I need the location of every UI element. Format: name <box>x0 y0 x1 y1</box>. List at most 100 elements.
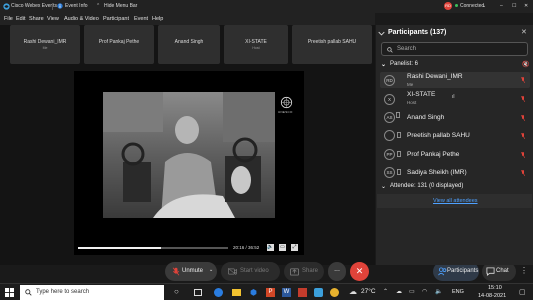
chevron-up-icon[interactable]: ⌃ <box>383 288 388 295</box>
menu-share[interactable]: Share <box>29 16 44 22</box>
participants-label: Participants <box>447 268 479 274</box>
clock-time[interactable]: 15:10 <box>488 285 502 291</box>
captions-icon[interactable]: ▭ <box>279 244 286 251</box>
thumbnail-role: Host <box>252 46 260 50</box>
leave-button[interactable]: ✕ <box>350 262 369 281</box>
video-thumbnail[interactable]: Prof Pankaj Pethe <box>84 25 154 64</box>
temperature: 27°C <box>361 288 376 295</box>
dropbox-icon[interactable]: ⬢ <box>250 288 257 297</box>
webex-logo-icon <box>3 3 10 10</box>
search-placeholder: Search <box>397 46 417 52</box>
more-icon[interactable]: ⋮ <box>520 266 528 275</box>
phone-icon <box>397 169 401 175</box>
language-indicator[interactable]: ENG <box>452 289 464 295</box>
edge-icon[interactable] <box>214 288 223 297</box>
maximize-button[interactable]: ☐ <box>512 3 516 9</box>
video-thumbnail[interactable]: Preetish pallab SAHU <box>292 25 372 64</box>
mic-muted-icon <box>521 96 525 102</box>
powerpoint-icon[interactable]: P <box>266 288 275 297</box>
notifications-icon[interactable]: ▢ <box>519 288 526 296</box>
battery-icon[interactable]: ▭ <box>409 288 415 295</box>
panelist-row[interactable]: RD Rashi Dewani_IMR Me <box>380 72 530 88</box>
red-app-icon[interactable] <box>298 288 307 297</box>
speaker-icon[interactable]: 🔈 <box>267 244 274 251</box>
chevron-down-icon[interactable]: ⌄ <box>482 3 486 9</box>
search-input[interactable]: Search <box>381 42 528 56</box>
thumbnail-name: Preetish pallab SAHU <box>307 39 357 45</box>
close-button[interactable]: ✕ <box>524 3 528 9</box>
more-options-button[interactable]: ... <box>328 262 346 281</box>
weather-icon[interactable]: ☁ <box>349 287 357 296</box>
mic-muted-icon <box>521 133 525 139</box>
divider <box>52 3 53 10</box>
event-info-button[interactable]: Event Info <box>65 3 88 9</box>
onedrive-icon[interactable]: ☁ <box>396 288 402 295</box>
chrome-icon[interactable] <box>330 288 339 297</box>
panelist-row[interactable]: AS Anand Singh <box>380 110 530 126</box>
view-all-attendees-link[interactable]: View all attendees <box>433 198 478 204</box>
video-progress-fill <box>78 247 161 249</box>
share-icon <box>290 268 299 276</box>
signal-icon: ıl <box>452 94 455 100</box>
menu-help[interactable]: Help <box>152 16 163 22</box>
chevron-down-icon[interactable]: ⌄ <box>381 183 386 190</box>
mic-muted-icon <box>521 170 525 176</box>
word-icon[interactable]: W <box>282 288 291 297</box>
video-thumbnail[interactable]: Rashi Dewani_IMR Me <box>10 25 80 64</box>
avatar: X <box>384 94 395 105</box>
volume-icon[interactable]: 🔈 <box>435 288 442 295</box>
participant-name: XI-STATE <box>407 91 436 98</box>
menu-file[interactable]: File <box>4 16 13 22</box>
chevron-down-icon[interactable]: ⌄ <box>381 61 386 68</box>
menu-edit[interactable]: Edit <box>16 16 25 22</box>
thumbnail-name: Anand Singh <box>174 39 204 45</box>
panelist-row[interactable]: PP Prof Pankaj Pethe <box>380 147 530 163</box>
taskbar-search-placeholder: Type here to search <box>36 289 90 295</box>
panel-title: Participants (137) <box>388 29 447 36</box>
windows-start-icon[interactable] <box>5 288 14 297</box>
participant-name: Anand Singh <box>407 114 445 121</box>
menu-event[interactable]: Event <box>134 16 148 22</box>
info-icon <box>57 3 63 9</box>
share-button[interactable]: Share <box>284 262 324 281</box>
windows-taskbar: Type here to search ○ ⬢ P W ☁ 27°C ⌃ ☁ ▭… <box>0 283 533 300</box>
avatar: SS <box>384 167 395 178</box>
thumbnail-role: Me <box>42 46 48 50</box>
clock-date[interactable]: 14-08-2021 <box>478 293 506 299</box>
participant-role: Host <box>407 100 417 105</box>
avatar: RD <box>384 75 395 86</box>
panelist-row[interactable]: X XI-STATE Host ıl <box>380 91 530 107</box>
participant-name: Rashi Dewani_IMR <box>407 73 463 80</box>
menu-participant[interactable]: Participant <box>103 16 129 22</box>
menu-view[interactable]: View <box>47 16 59 22</box>
video-thumbnail[interactable]: XI-STATE Host <box>224 25 288 64</box>
chevron-up-icon[interactable]: ⌃ <box>96 3 100 9</box>
video-thumbnail[interactable]: Anand Singh <box>158 25 220 64</box>
start-video-button[interactable]: Start video <box>221 262 280 281</box>
wifi-icon[interactable]: ◠ <box>422 288 427 295</box>
panelist-row[interactable]: SS Sadiya Sheikh (IMR) <box>380 165 530 181</box>
panelist-row[interactable]: Preetish pallab SAHU <box>380 128 530 144</box>
webex-taskbar-icon[interactable] <box>314 288 323 297</box>
taskbar-search-input[interactable]: Type here to search <box>20 285 164 300</box>
minimize-button[interactable]: – <box>500 3 503 9</box>
video-frame <box>103 92 275 218</box>
chevron-down-icon[interactable]: ⌄ <box>209 267 213 273</box>
chevron-down-icon[interactable] <box>378 30 385 37</box>
share-label: Share <box>302 268 319 274</box>
search-icon <box>387 46 393 53</box>
fullscreen-icon[interactable]: ⤢ <box>291 244 298 251</box>
close-panel-icon[interactable]: ✕ <box>521 28 527 36</box>
file-explorer-icon[interactable] <box>232 289 241 296</box>
menu-audio-video[interactable]: Audio & Video <box>64 16 99 22</box>
avatar[interactable]: RD <box>444 2 452 10</box>
video-time: 20:16 / 36:52 <box>233 245 260 250</box>
cortana-icon[interactable]: ○ <box>174 287 179 296</box>
muted-count-icon: 🔇 <box>522 62 530 68</box>
video-progress-track[interactable] <box>78 247 228 249</box>
phone-icon <box>396 112 400 118</box>
task-view-icon[interactable] <box>194 289 202 296</box>
unmute-button[interactable]: Unmute ⌄ <box>165 262 217 281</box>
hide-menu-bar-button[interactable]: Hide Menu Bar <box>104 3 137 9</box>
thumbnail-name: XI-STATE <box>245 39 267 45</box>
